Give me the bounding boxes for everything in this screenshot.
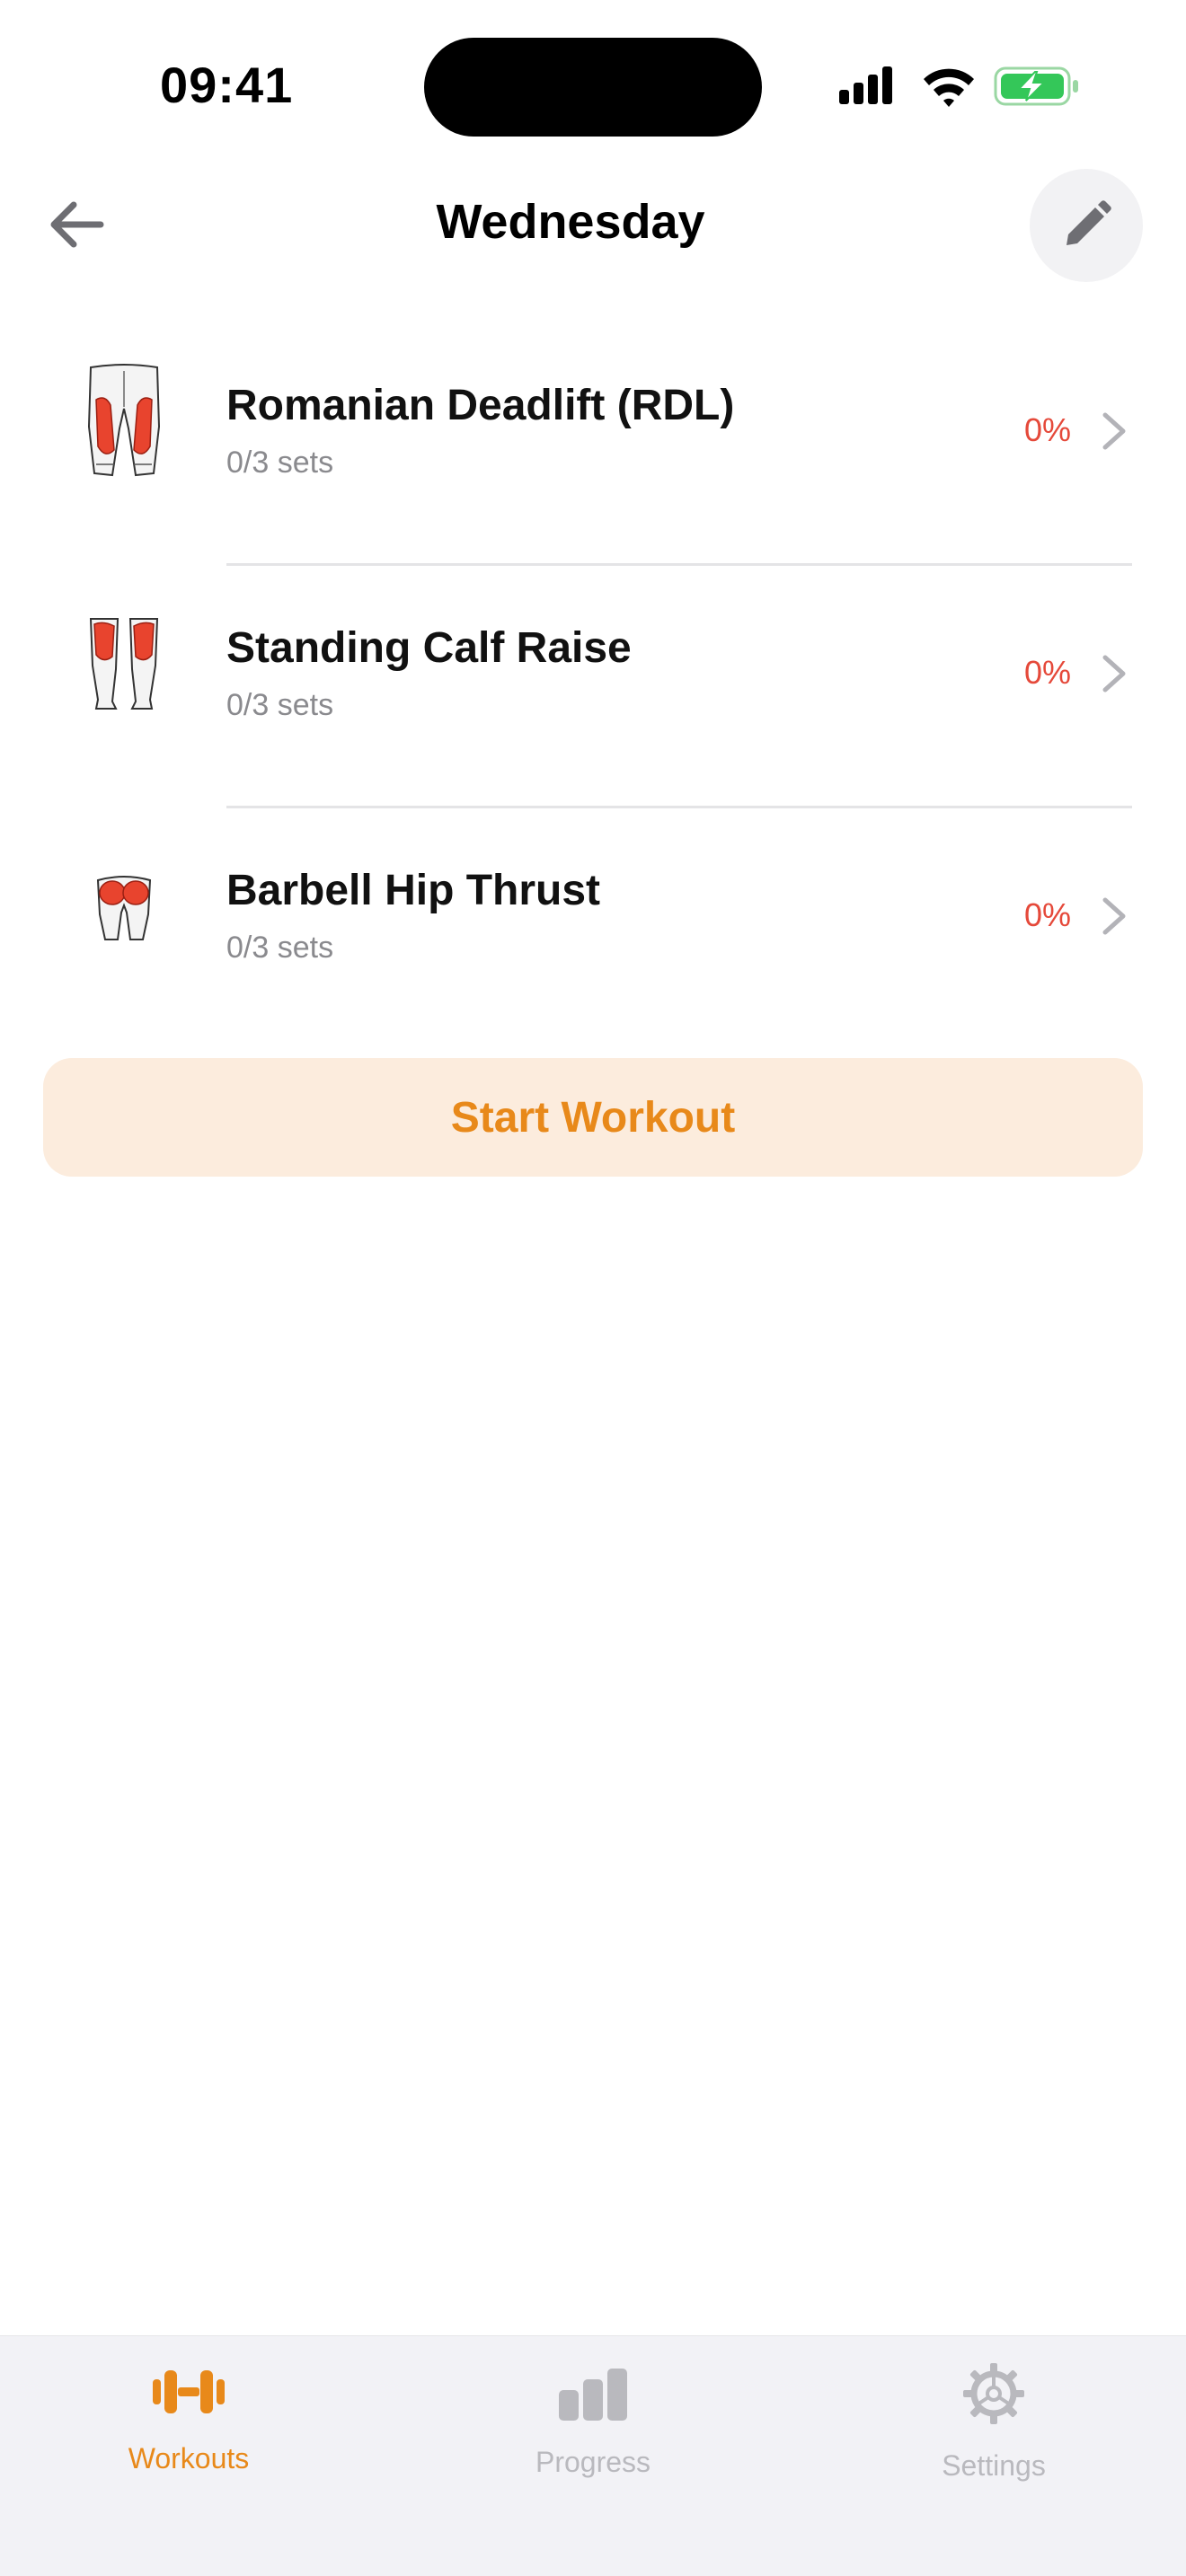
- gear-icon: [859, 2361, 1128, 2426]
- tab-bar: Workouts Progress Settings: [0, 2335, 1186, 2576]
- dumbbell-icon: [54, 2367, 323, 2417]
- exercise-row-calf-raise[interactable]: Standing Calf Raise 0/3 sets 0%: [0, 566, 1186, 808]
- exercise-row-hip-thrust[interactable]: Barbell Hip Thrust 0/3 sets 0%: [0, 808, 1186, 1051]
- exercise-name: Romanian Deadlift (RDL): [226, 382, 735, 429]
- chevron-right-icon: [1102, 412, 1126, 450]
- tab-workouts[interactable]: Workouts: [54, 2336, 323, 2516]
- exercise-progress: 0%: [1023, 411, 1071, 448]
- tab-label: Settings: [942, 2449, 1046, 2482]
- exercise-list: Romanian Deadlift (RDL) 0/3 sets 0% Stan…: [0, 323, 1186, 1051]
- exercise-progress: 0%: [1023, 654, 1071, 691]
- exercise-row-rdl[interactable]: Romanian Deadlift (RDL) 0/3 sets 0%: [0, 323, 1186, 566]
- edit-button[interactable]: [1030, 169, 1143, 282]
- dynamic-island: [424, 38, 762, 137]
- cellular-signal-icon: [839, 66, 892, 104]
- exercise-sets: 0/3 sets: [226, 446, 334, 480]
- tab-progress[interactable]: Progress: [458, 2336, 728, 2516]
- tab-settings[interactable]: Settings: [859, 2336, 1128, 2516]
- page-title: Wednesday: [436, 195, 705, 249]
- start-workout-button[interactable]: Start Workout: [43, 1058, 1143, 1177]
- exercise-sets: 0/3 sets: [226, 688, 334, 722]
- tab-label: Progress: [535, 2446, 651, 2478]
- exercise-progress: 0%: [1023, 896, 1071, 933]
- bar-chart-icon: [458, 2367, 728, 2421]
- tab-label: Workouts: [128, 2442, 250, 2475]
- hamstrings-icon: [70, 359, 178, 485]
- chevron-right-icon: [1102, 897, 1126, 935]
- status-bar: 09:41: [0, 0, 1186, 162]
- pencil-icon: [1067, 200, 1111, 245]
- exercise-name: Barbell Hip Thrust: [226, 867, 601, 914]
- battery-charging-icon: [994, 66, 1078, 106]
- status-time: 09:41: [160, 57, 294, 113]
- home-indicator: [456, 2550, 730, 2561]
- exercise-sets: 0/3 sets: [226, 931, 334, 965]
- wifi-icon: [924, 68, 974, 107]
- chevron-right-icon: [1102, 655, 1126, 693]
- calves-icon: [70, 602, 178, 728]
- glutes-icon: [70, 844, 178, 970]
- status-icons: [839, 66, 1078, 107]
- nav-bar: Wednesday: [0, 162, 1186, 287]
- exercise-name: Standing Calf Raise: [226, 624, 632, 672]
